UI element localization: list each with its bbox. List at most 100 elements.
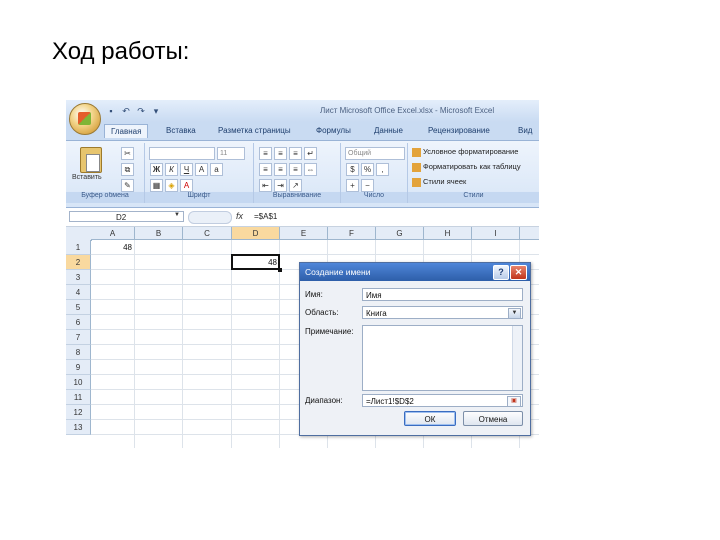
row-header[interactable]: 12 <box>66 405 91 420</box>
row-header[interactable]: 10 <box>66 375 91 390</box>
ribbon: Вставить ✂ ⧉ ✎ Буфер обмена 11 Ж К Ч A a… <box>66 141 539 208</box>
group-label-styles: Стили <box>408 192 539 203</box>
formula-input[interactable]: =$A$1 <box>254 212 277 221</box>
fill-color-icon[interactable]: ◈ <box>165 179 178 192</box>
percent-icon[interactable]: % <box>361 163 374 176</box>
window-title: Лист Microsoft Office Excel.xlsx - Micro… <box>320 106 495 115</box>
comma-style-icon[interactable]: , <box>376 163 389 176</box>
tab-view[interactable]: Вид <box>518 126 532 135</box>
column-header[interactable]: I <box>472 227 520 240</box>
increase-indent-icon[interactable]: ⇥ <box>274 179 287 192</box>
cut-icon[interactable]: ✂ <box>121 147 134 160</box>
format-painter-icon[interactable]: ✎ <box>121 179 134 192</box>
borders-icon[interactable]: ▦ <box>150 179 163 192</box>
customize-qat-icon[interactable]: ▾ <box>151 106 161 116</box>
column-header[interactable]: C <box>183 227 232 240</box>
row-header[interactable]: 5 <box>66 300 91 315</box>
grow-font-icon[interactable]: A <box>195 163 208 176</box>
font-name-select[interactable] <box>149 147 215 160</box>
row-header[interactable]: 3 <box>66 270 91 285</box>
conditional-formatting-button[interactable]: Условное форматирование <box>412 147 518 157</box>
align-bottom-icon[interactable]: ≡ <box>289 147 302 160</box>
range-label: Диапазон: <box>305 396 343 405</box>
wrap-text-icon[interactable]: ↵ <box>304 147 317 160</box>
help-icon[interactable]: ? <box>493 265 509 280</box>
copy-icon[interactable]: ⧉ <box>121 163 134 176</box>
chevron-down-icon[interactable]: ▼ <box>508 308 521 319</box>
cell-d2[interactable]: 48 <box>233 258 277 267</box>
column-header[interactable]: B <box>135 227 183 240</box>
font-size-select[interactable]: 11 <box>217 147 245 160</box>
merge-cells-icon[interactable]: ⇔ <box>304 163 317 176</box>
office-button[interactable] <box>69 103 101 135</box>
create-name-dialog: Создание имени ? ✕ Имя: Имя Область: Кни… <box>299 262 531 436</box>
align-left-icon[interactable]: ≡ <box>259 163 272 176</box>
close-icon[interactable]: ✕ <box>510 265 527 280</box>
name-box-dropdown-icon[interactable]: ▼ <box>174 212 180 218</box>
row-header[interactable]: 13 <box>66 420 91 435</box>
increase-decimal-icon[interactable]: + <box>346 179 359 192</box>
tab-data[interactable]: Данные <box>374 126 403 135</box>
tab-insert[interactable]: Вставка <box>166 126 196 135</box>
row-header[interactable]: 9 <box>66 360 91 375</box>
number-format-select[interactable]: Общий <box>345 147 405 160</box>
align-middle-icon[interactable]: ≡ <box>274 147 287 160</box>
comment-scrollbar[interactable] <box>512 326 522 390</box>
group-label-clipboard: Буфер обмена <box>66 192 144 203</box>
italic-icon[interactable]: К <box>165 163 178 176</box>
range-input[interactable]: =Лист1!$D$2 ▣ <box>362 394 523 407</box>
cancel-button[interactable]: Отмена <box>463 411 523 426</box>
align-right-icon[interactable]: ≡ <box>289 163 302 176</box>
shrink-font-icon[interactable]: a <box>210 163 223 176</box>
column-header[interactable]: A <box>91 227 135 240</box>
save-icon[interactable]: ▪ <box>106 106 116 116</box>
row-header[interactable]: 6 <box>66 315 91 330</box>
tab-page-layout[interactable]: Разметка страницы <box>218 126 291 135</box>
tab-review[interactable]: Рецензирование <box>428 126 490 135</box>
insert-function-icon[interactable]: fx <box>236 211 243 221</box>
undo-icon[interactable]: ↶ <box>121 106 131 116</box>
comment-textarea[interactable] <box>362 325 523 391</box>
paste-icon[interactable] <box>80 147 102 173</box>
row-header[interactable]: 4 <box>66 285 91 300</box>
bold-icon[interactable]: Ж <box>150 163 163 176</box>
orientation-icon[interactable]: ↗ <box>289 179 302 192</box>
column-header-partial[interactable] <box>520 227 539 240</box>
row-header[interactable]: 8 <box>66 345 91 360</box>
paste-button-label[interactable]: Вставить <box>72 174 102 181</box>
column-header-selected[interactable]: D <box>232 227 280 240</box>
row-header-selected[interactable]: 2 <box>66 255 91 270</box>
dialog-title-bar[interactable]: Создание имени ? ✕ <box>300 263 530 281</box>
column-header[interactable]: E <box>280 227 328 240</box>
column-header[interactable]: F <box>328 227 376 240</box>
name-input[interactable]: Имя <box>362 288 523 301</box>
tab-home[interactable]: Главная <box>104 124 149 138</box>
cell-a1[interactable]: 48 <box>92 243 132 252</box>
collapse-dialog-icon[interactable]: ▣ <box>507 396 521 407</box>
name-box[interactable]: D2 <box>69 211 184 222</box>
decrease-decimal-icon[interactable]: − <box>361 179 374 192</box>
currency-icon[interactable]: $ <box>346 163 359 176</box>
align-top-icon[interactable]: ≡ <box>259 147 272 160</box>
column-header[interactable]: G <box>376 227 424 240</box>
redo-icon[interactable]: ↷ <box>136 106 146 116</box>
select-all-corner[interactable] <box>66 227 92 241</box>
align-center-icon[interactable]: ≡ <box>274 163 287 176</box>
underline-icon[interactable]: Ч <box>180 163 193 176</box>
dialog-title: Создание имени <box>305 267 371 277</box>
decrease-indent-icon[interactable]: ⇤ <box>259 179 272 192</box>
gridline <box>182 240 183 448</box>
ok-button[interactable]: ОК <box>404 411 456 426</box>
row-header[interactable]: 11 <box>66 390 91 405</box>
title-bar: ▪ ↶ ↷ ▾ Лист Microsoft Office Excel.xlsx… <box>66 100 539 122</box>
cell-styles-button[interactable]: Стили ячеек <box>412 177 466 187</box>
tab-formulas[interactable]: Формулы <box>316 126 351 135</box>
format-as-table-label: Форматировать как таблицу <box>423 162 521 171</box>
scope-select[interactable]: Книга ▼ <box>362 306 523 319</box>
font-color-icon[interactable]: A <box>180 179 193 192</box>
row-header[interactable]: 7 <box>66 330 91 345</box>
row-header[interactable]: 1 <box>66 240 91 255</box>
format-as-table-button[interactable]: Форматировать как таблицу <box>412 162 521 172</box>
format-as-table-icon <box>412 162 421 172</box>
column-header[interactable]: H <box>424 227 472 240</box>
